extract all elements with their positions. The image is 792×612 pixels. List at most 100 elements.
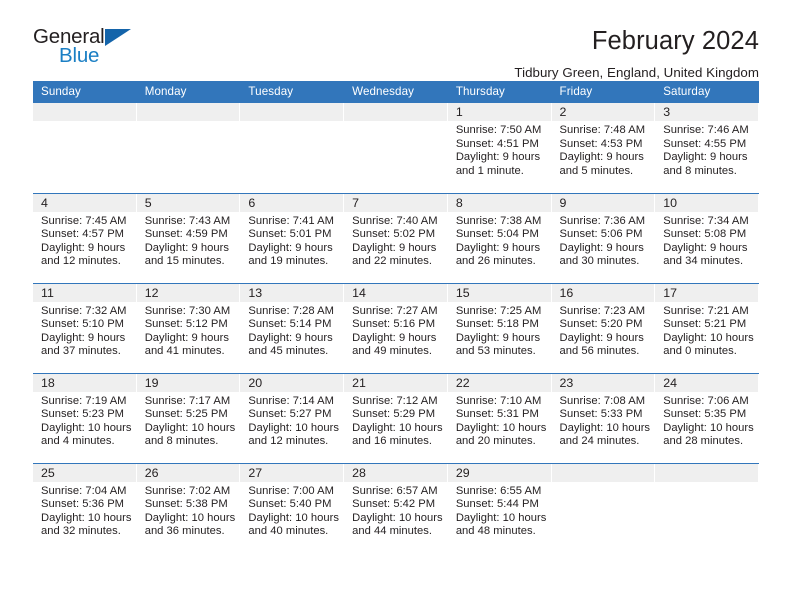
day-cell-empty (551, 462, 656, 553)
day-detail-line: Daylight: 9 hours (41, 331, 126, 344)
day-detail-line: Daylight: 9 hours (41, 241, 126, 254)
day-cell-23[interactable]: 23 Sunrise: 7:08 AM Sunset: 5:33 PM Dayligh… (551, 372, 656, 463)
logo-text-blue: Blue (59, 44, 100, 67)
day-detail-line: and 0 minutes. (663, 345, 737, 358)
day-cell-content (655, 463, 759, 553)
day-cell-19[interactable]: 19 Sunrise: 7:17 AM Sunset: 5:25 PM Dayligh… (136, 372, 241, 463)
calendar-week-row: 25 Sunrise: 7:04 AM Sunset: 5:36 PM Dayligh… (33, 462, 759, 553)
day-cell-14[interactable]: 14 Sunrise: 7:27 AM Sunset: 5:16 PM Dayligh… (344, 282, 448, 373)
day-detail-line: Sunset: 5:40 PM (248, 498, 332, 511)
calendar-container: Sunday Monday Tuesday Wednesday Thursday Frid… (33, 81, 759, 553)
weekday-header-wednesday: Wednesday (344, 81, 448, 103)
day-details: Sunrise: 7:50 AM Sunset: 4:51 PM Daylight:… (448, 121, 551, 178)
day-detail-line: Daylight: 10 hours (41, 421, 132, 434)
day-detail-line: Sunset: 5:18 PM (455, 318, 539, 331)
day-detail-line: Sunset: 4:59 PM (144, 228, 228, 241)
day-detail-line: and 12 minutes. (248, 435, 329, 448)
day-detail-line: Daylight: 10 hours (41, 511, 132, 524)
day-cell-5[interactable]: 5 Sunrise: 7:43 AM Sunset: 4:59 PM Daylight… (136, 192, 241, 283)
day-cell-11[interactable]: 11 Sunrise: 7:32 AM Sunset: 5:10 PM Dayligh… (33, 282, 137, 373)
day-number: 21 (344, 373, 447, 392)
day-detail-line: and 30 minutes. (559, 255, 640, 268)
day-cell-22[interactable]: 22 Sunrise: 7:10 AM Sunset: 5:31 PM Dayligh… (447, 372, 552, 463)
day-detail-line: Daylight: 9 hours (559, 241, 644, 254)
day-detail-line: Sunset: 4:51 PM (455, 137, 539, 150)
day-cell-25[interactable]: 25 Sunrise: 7:04 AM Sunset: 5:36 PM Dayligh… (33, 462, 137, 553)
day-detail-line: Sunset: 5:44 PM (455, 498, 539, 511)
day-details: Sunrise: 7:48 AM Sunset: 4:53 PM Daylight:… (552, 121, 655, 178)
day-cell-3[interactable]: 3 Sunrise: 7:46 AM Sunset: 4:55 PM Daylight… (655, 103, 759, 193)
day-cell-9[interactable]: 9 Sunrise: 7:36 AM Sunset: 5:06 PM Daylight… (551, 192, 656, 283)
day-detail-line: Sunrise: 7:38 AM (455, 214, 542, 227)
day-cell-content: 21 Sunrise: 7:12 AM Sunset: 5:29 PM Dayligh… (344, 373, 448, 463)
day-cell-26[interactable]: 26 Sunrise: 7:02 AM Sunset: 5:38 PM Dayligh… (136, 462, 241, 553)
day-cell-2[interactable]: 2 Sunrise: 7:48 AM Sunset: 4:53 PM Daylight… (551, 103, 656, 193)
day-cell-17[interactable]: 17 Sunrise: 7:21 AM Sunset: 5:21 PM Dayligh… (655, 282, 759, 373)
day-details: Sunrise: 7:30 AM Sunset: 5:12 PM Daylight:… (137, 302, 240, 359)
day-detail-line: Daylight: 9 hours (248, 331, 333, 344)
day-cell-1[interactable]: 1 Sunrise: 7:50 AM Sunset: 4:51 PM Daylight… (447, 103, 552, 193)
day-number: 28 (344, 463, 447, 482)
day-detail-line: Sunset: 5:36 PM (41, 498, 125, 511)
day-number: 27 (240, 463, 344, 482)
weekday-header-friday: Friday (551, 81, 656, 103)
day-detail-line: Daylight: 10 hours (144, 511, 236, 524)
day-number: 16 (551, 283, 655, 302)
day-cell-13[interactable]: 13 Sunrise: 7:28 AM Sunset: 5:14 PM Dayligh… (240, 282, 345, 373)
day-cell-6[interactable]: 6 Sunrise: 7:41 AM Sunset: 5:01 PM Daylight… (240, 192, 345, 283)
day-detail-line: and 41 minutes. (144, 345, 225, 358)
day-details: Sunrise: 7:23 AM Sunset: 5:20 PM Daylight:… (552, 302, 655, 359)
weekday-header-tuesday: Tuesday (240, 81, 345, 103)
day-detail-line: Sunset: 5:04 PM (455, 228, 539, 241)
day-cell-empty (136, 103, 241, 193)
day-cell-20[interactable]: 20 Sunrise: 7:14 AM Sunset: 5:27 PM Dayligh… (240, 372, 345, 463)
day-detail-line: Sunset: 5:01 PM (248, 228, 332, 241)
day-detail-line: Sunset: 5:42 PM (352, 498, 436, 511)
day-cell-16[interactable]: 16 Sunrise: 7:23 AM Sunset: 5:20 PM Dayligh… (551, 282, 656, 373)
day-cell-4[interactable]: 4 Sunrise: 7:45 AM Sunset: 4:57 PM Daylight… (33, 192, 137, 283)
calendar-week-row: 1 Sunrise: 7:50 AM Sunset: 4:51 PM Daylight… (33, 103, 759, 193)
day-detail-line: and 45 minutes. (248, 345, 329, 358)
day-detail-line: Sunset: 5:21 PM (663, 318, 747, 331)
day-number (344, 103, 447, 121)
day-cell-28[interactable]: 28 Sunrise: 6:57 AM Sunset: 5:42 PM Dayligh… (344, 462, 448, 553)
day-number (655, 463, 758, 482)
day-detail-line: and 8 minutes. (144, 435, 219, 448)
day-details: Sunrise: 7:14 AM Sunset: 5:27 PM Daylight:… (240, 392, 343, 449)
day-detail-line: Sunset: 5:33 PM (559, 408, 643, 421)
day-detail-line: Sunset: 5:29 PM (352, 408, 436, 421)
day-details: Sunrise: 7:40 AM Sunset: 5:02 PM Daylight:… (344, 212, 447, 269)
day-cell-27[interactable]: 27 Sunrise: 7:00 AM Sunset: 5:40 PM Dayligh… (240, 462, 345, 553)
day-cell-18[interactable]: 18 Sunrise: 7:19 AM Sunset: 5:23 PM Dayligh… (33, 372, 137, 463)
day-detail-line: Daylight: 9 hours (352, 241, 437, 254)
day-details: Sunrise: 7:21 AM Sunset: 5:21 PM Daylight:… (655, 302, 758, 359)
day-cell-12[interactable]: 12 Sunrise: 7:30 AM Sunset: 5:12 PM Dayligh… (136, 282, 241, 373)
day-cell-7[interactable]: 7 Sunrise: 7:40 AM Sunset: 5:02 PM Daylight… (344, 192, 448, 283)
day-detail-line: Sunset: 5:08 PM (663, 228, 747, 241)
day-number: 8 (447, 193, 551, 212)
day-number (136, 103, 240, 121)
day-cell-21[interactable]: 21 Sunrise: 7:12 AM Sunset: 5:29 PM Dayligh… (344, 372, 448, 463)
day-detail-line: and 8 minutes. (663, 164, 737, 177)
day-detail-line: Daylight: 10 hours (455, 511, 547, 524)
day-number: 1 (447, 103, 551, 121)
day-detail-line: Sunrise: 7:45 AM (41, 214, 127, 227)
day-cell-10[interactable]: 10 Sunrise: 7:34 AM Sunset: 5:08 PM Dayligh… (655, 192, 759, 283)
calendar-week-row: 18 Sunrise: 7:19 AM Sunset: 5:23 PM Dayligh… (33, 372, 759, 463)
day-number: 2 (551, 103, 655, 121)
generalblue-logo[interactable]: General Blue (33, 26, 153, 70)
day-cell-content (240, 103, 345, 193)
day-cell-15[interactable]: 15 Sunrise: 7:25 AM Sunset: 5:18 PM Dayligh… (447, 282, 552, 373)
day-cell-29[interactable]: 29 Sunrise: 6:55 AM Sunset: 5:44 PM Dayligh… (447, 462, 552, 553)
day-detail-line: Sunrise: 7:32 AM (41, 304, 127, 317)
day-details: Sunrise: 7:06 AM Sunset: 5:35 PM Daylight:… (655, 392, 758, 449)
day-detail-line: Daylight: 10 hours (248, 421, 339, 434)
day-detail-line: Sunset: 5:31 PM (455, 408, 539, 421)
day-details: Sunrise: 7:19 AM Sunset: 5:23 PM Daylight:… (33, 392, 136, 449)
day-cell-8[interactable]: 8 Sunrise: 7:38 AM Sunset: 5:04 PM Daylight… (447, 192, 552, 283)
day-cell-24[interactable]: 24 Sunrise: 7:06 AM Sunset: 5:35 PM Dayligh… (655, 372, 759, 463)
day-detail-line: Daylight: 9 hours (455, 151, 541, 164)
day-detail-line: and 24 minutes. (559, 435, 640, 448)
weekday-header-sunday: Sunday (33, 81, 137, 103)
day-number: 11 (33, 283, 136, 302)
